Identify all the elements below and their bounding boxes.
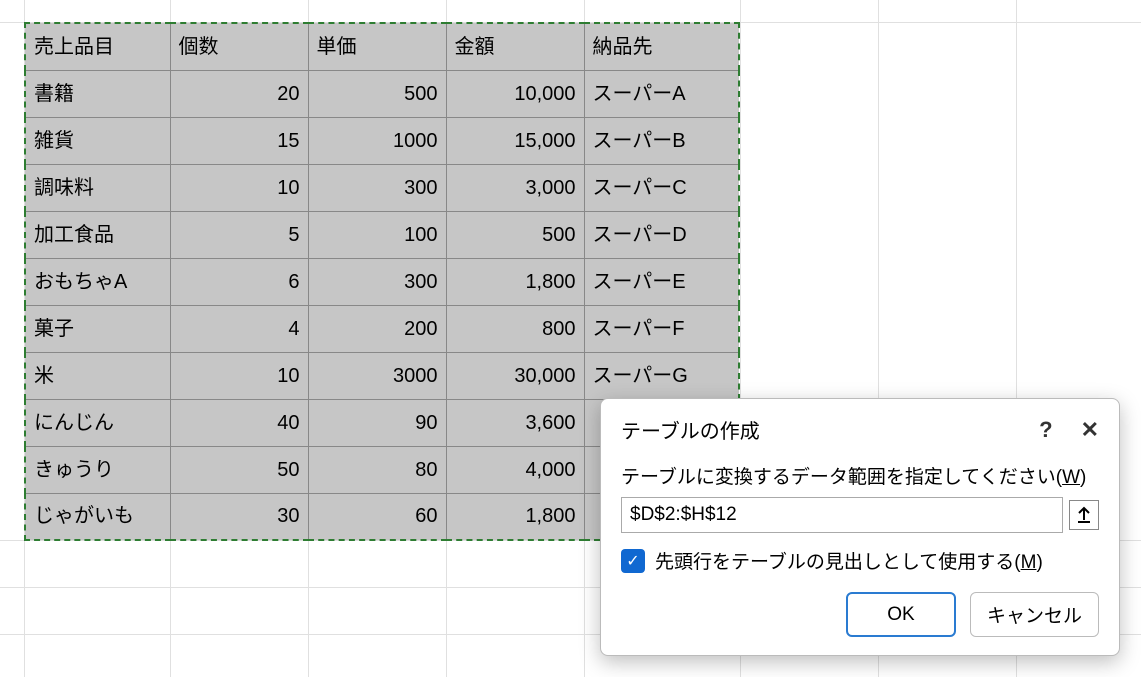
header-dest[interactable]: 納品先	[584, 23, 739, 70]
table-row: おもちゃA 6 300 1,800 スーパーE	[25, 258, 739, 305]
cancel-button[interactable]: キャンセル	[970, 592, 1099, 637]
dialog-titlebar: テーブルの作成 ? ✕	[621, 415, 1099, 444]
ok-button[interactable]: OK	[846, 592, 956, 637]
table-row: 書籍 20 500 10,000 スーパーA	[25, 70, 739, 117]
spreadsheet-area: 売上品目 個数 単価 金額 納品先 書籍 20 500 10,000 スーパーA…	[0, 0, 1141, 677]
checkbox-label: 先頭行をテーブルの見出しとして使用する(M)	[655, 547, 1043, 574]
table-row: 米 10 3000 30,000 スーパーG	[25, 352, 739, 399]
header-row-checkbox-row[interactable]: ✓ 先頭行をテーブルの見出しとして使用する(M)	[621, 547, 1099, 574]
help-icon[interactable]: ?	[1039, 417, 1052, 443]
table-header-row: 売上品目 個数 単価 金額 納品先	[25, 23, 739, 70]
header-qty[interactable]: 個数	[170, 23, 308, 70]
header-item[interactable]: 売上品目	[25, 23, 170, 70]
table-row: 加工食品 5 100 500 スーパーD	[25, 211, 739, 258]
collapse-dialog-icon[interactable]	[1069, 500, 1099, 530]
table-row: 菓子 4 200 800 スーパーF	[25, 305, 739, 352]
table-row: 調味料 10 300 3,000 スーパーC	[25, 164, 739, 211]
range-label: テーブルに変換するデータ範囲を指定してください(W)	[621, 462, 1099, 489]
checkbox-checked-icon[interactable]: ✓	[621, 549, 645, 573]
header-unit[interactable]: 単価	[308, 23, 446, 70]
dialog-title: テーブルの作成	[621, 415, 760, 444]
table-row: 雑貨 15 1000 15,000 スーパーB	[25, 117, 739, 164]
range-input[interactable]	[621, 497, 1063, 533]
create-table-dialog: テーブルの作成 ? ✕ テーブルに変換するデータ範囲を指定してください(W) ✓…	[600, 398, 1120, 656]
close-icon[interactable]: ✕	[1081, 417, 1099, 443]
header-amount[interactable]: 金額	[446, 23, 584, 70]
